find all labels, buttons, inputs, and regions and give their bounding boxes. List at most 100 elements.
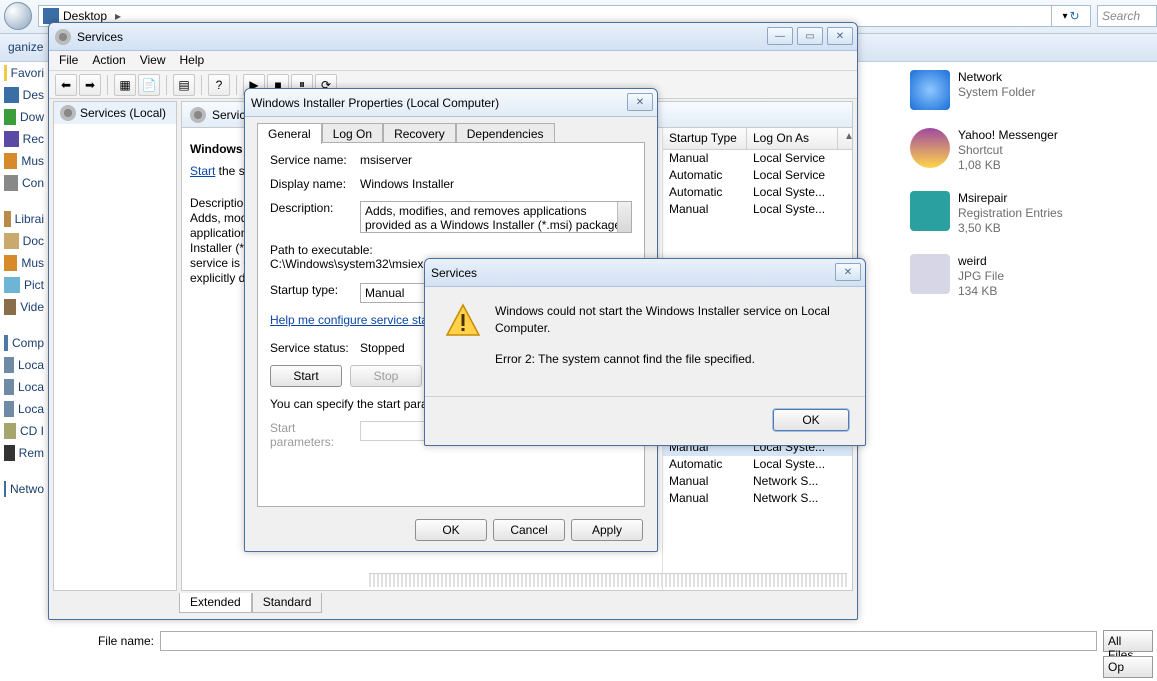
filename-input[interactable] — [160, 631, 1097, 651]
item-type: JPG File — [958, 269, 1004, 284]
service-row[interactable]: Manual Local Syste... — [663, 201, 852, 218]
nav-music[interactable]: Mus — [0, 150, 48, 172]
help-button[interactable]: ? — [208, 74, 230, 96]
tab-standard[interactable]: Standard — [252, 593, 323, 613]
filetype-dropdown[interactable]: All Files — [1103, 630, 1153, 652]
cell-logon: Local Syste... — [747, 201, 852, 218]
tab-logon[interactable]: Log On — [322, 123, 383, 144]
error-title: Services — [431, 266, 859, 280]
tab-dependencies[interactable]: Dependencies — [456, 123, 555, 144]
service-row[interactable]: Manual Local Service — [663, 150, 852, 167]
forward-button[interactable]: ➡ — [79, 74, 101, 96]
back-button[interactable] — [4, 2, 32, 30]
col-logon-as[interactable]: Log On As — [747, 128, 838, 149]
service-row[interactable]: Manual Network S... — [663, 490, 852, 507]
nav-cd[interactable]: CD I — [0, 420, 48, 442]
item-size: 134 KB — [958, 284, 1004, 299]
item-type: System Folder — [958, 85, 1035, 100]
apply-button[interactable]: Apply — [571, 519, 643, 541]
desktop-item[interactable]: Msirepair Registration Entries 3,50 KB — [910, 191, 1140, 236]
service-row — [663, 235, 852, 252]
open-button[interactable]: Op — [1103, 656, 1153, 678]
service-row[interactable]: Automatic Local Service — [663, 167, 852, 184]
close-button[interactable]: ✕ — [627, 93, 653, 111]
drive-icon — [4, 357, 14, 373]
desktop-item[interactable]: Yahoo! Messenger Shortcut 1,08 KB — [910, 128, 1140, 173]
tab-recovery[interactable]: Recovery — [383, 123, 456, 144]
usb-icon — [4, 445, 15, 461]
close-button[interactable]: ✕ — [827, 27, 853, 45]
description-box[interactable]: Adds, modifies, and removes applications… — [360, 201, 632, 233]
close-button[interactable]: ✕ — [835, 263, 861, 281]
nav-music2[interactable]: Mus — [0, 252, 48, 274]
refresh-button[interactable]: ▾ ↻ — [1051, 5, 1091, 27]
show-hide-button[interactable]: ▦ — [114, 74, 136, 96]
tree-services-local[interactable]: Services (Local) — [54, 102, 176, 124]
cell-logon: Local Service — [747, 167, 852, 184]
nav-contacts[interactable]: Con — [0, 172, 48, 194]
services-icon — [55, 29, 71, 45]
menu-file[interactable]: File — [59, 53, 78, 68]
cancel-button[interactable]: Cancel — [493, 519, 565, 541]
desktop-item[interactable]: Network System Folder — [910, 70, 1140, 110]
export-button[interactable]: ▤ — [173, 74, 195, 96]
description-label: Description — [190, 196, 250, 210]
item-name: Network — [958, 70, 1035, 85]
desktop-item[interactable]: weird JPG File 134 KB — [910, 254, 1140, 299]
services-titlebar[interactable]: Services — ▭ ✕ — [49, 23, 857, 51]
scrollbar-up[interactable]: ▲ — [838, 128, 852, 149]
nav-drive2[interactable]: Loca — [0, 376, 48, 398]
organize-button[interactable]: ganize — [0, 38, 51, 56]
nav-downloads[interactable]: Dow — [0, 106, 48, 128]
error-titlebar[interactable]: Services ✕ — [425, 259, 865, 287]
menu-view[interactable]: View — [140, 53, 166, 68]
splitter[interactable] — [369, 573, 847, 587]
network-icon — [4, 481, 6, 497]
start-service-link[interactable]: Start — [190, 164, 215, 178]
nav-computer[interactable]: Comp — [0, 332, 48, 354]
nav-documents[interactable]: Doc — [0, 230, 48, 252]
cell-startup: Manual — [663, 490, 747, 507]
nav-libraries[interactable]: Librai — [0, 208, 48, 230]
separator — [425, 396, 865, 397]
minimize-button[interactable]: — — [767, 27, 793, 45]
nav-removable[interactable]: Rem — [0, 442, 48, 464]
video-icon — [4, 299, 16, 315]
service-row[interactable]: Manual Network S... — [663, 473, 852, 490]
stop-button: Stop — [350, 365, 422, 387]
cell-startup: Manual — [663, 473, 747, 490]
gear-icon — [190, 107, 206, 123]
tab-extended[interactable]: Extended — [179, 593, 252, 613]
nav-videos[interactable]: Vide — [0, 296, 48, 318]
properties-titlebar[interactable]: Windows Installer Properties (Local Comp… — [245, 89, 657, 117]
download-icon — [4, 109, 16, 125]
cell-logon: Network S... — [747, 473, 852, 490]
item-size: 1,08 KB — [958, 158, 1058, 173]
search-input[interactable]: Search — [1097, 5, 1157, 27]
col-startup-type[interactable]: Startup Type — [663, 128, 747, 149]
menu-action[interactable]: Action — [92, 53, 125, 68]
nav-favorites[interactable]: Favori — [0, 62, 48, 84]
nav-drive3[interactable]: Loca — [0, 398, 48, 420]
service-row[interactable]: Automatic Local Syste... — [663, 456, 852, 473]
ok-button[interactable]: OK — [415, 519, 487, 541]
nav-desktop[interactable]: Des — [0, 84, 48, 106]
scrollbar[interactable] — [617, 202, 631, 232]
menu-help[interactable]: Help — [180, 53, 205, 68]
desktop-icon — [4, 87, 19, 103]
column-headers: Startup Type Log On As ▲ — [663, 128, 852, 150]
nav-recent[interactable]: Rec — [0, 128, 48, 150]
start-button[interactable]: Start — [270, 365, 342, 387]
nav-drive1[interactable]: Loca — [0, 354, 48, 376]
properties-button[interactable]: 📄 — [138, 74, 160, 96]
cell-logon: Local Syste... — [747, 456, 852, 473]
service-row[interactable]: Automatic Local Syste... — [663, 184, 852, 201]
help-link[interactable]: Help me configure service startup — [270, 313, 449, 327]
maximize-button[interactable]: ▭ — [797, 27, 823, 45]
nav-pictures[interactable]: Pict — [0, 274, 48, 296]
nav-network[interactable]: Netwo — [0, 478, 48, 500]
back-button[interactable]: ⬅ — [55, 74, 77, 96]
ok-button[interactable]: OK — [773, 409, 849, 431]
cell-startup: Automatic — [663, 167, 747, 184]
tab-general[interactable]: General — [257, 123, 322, 144]
